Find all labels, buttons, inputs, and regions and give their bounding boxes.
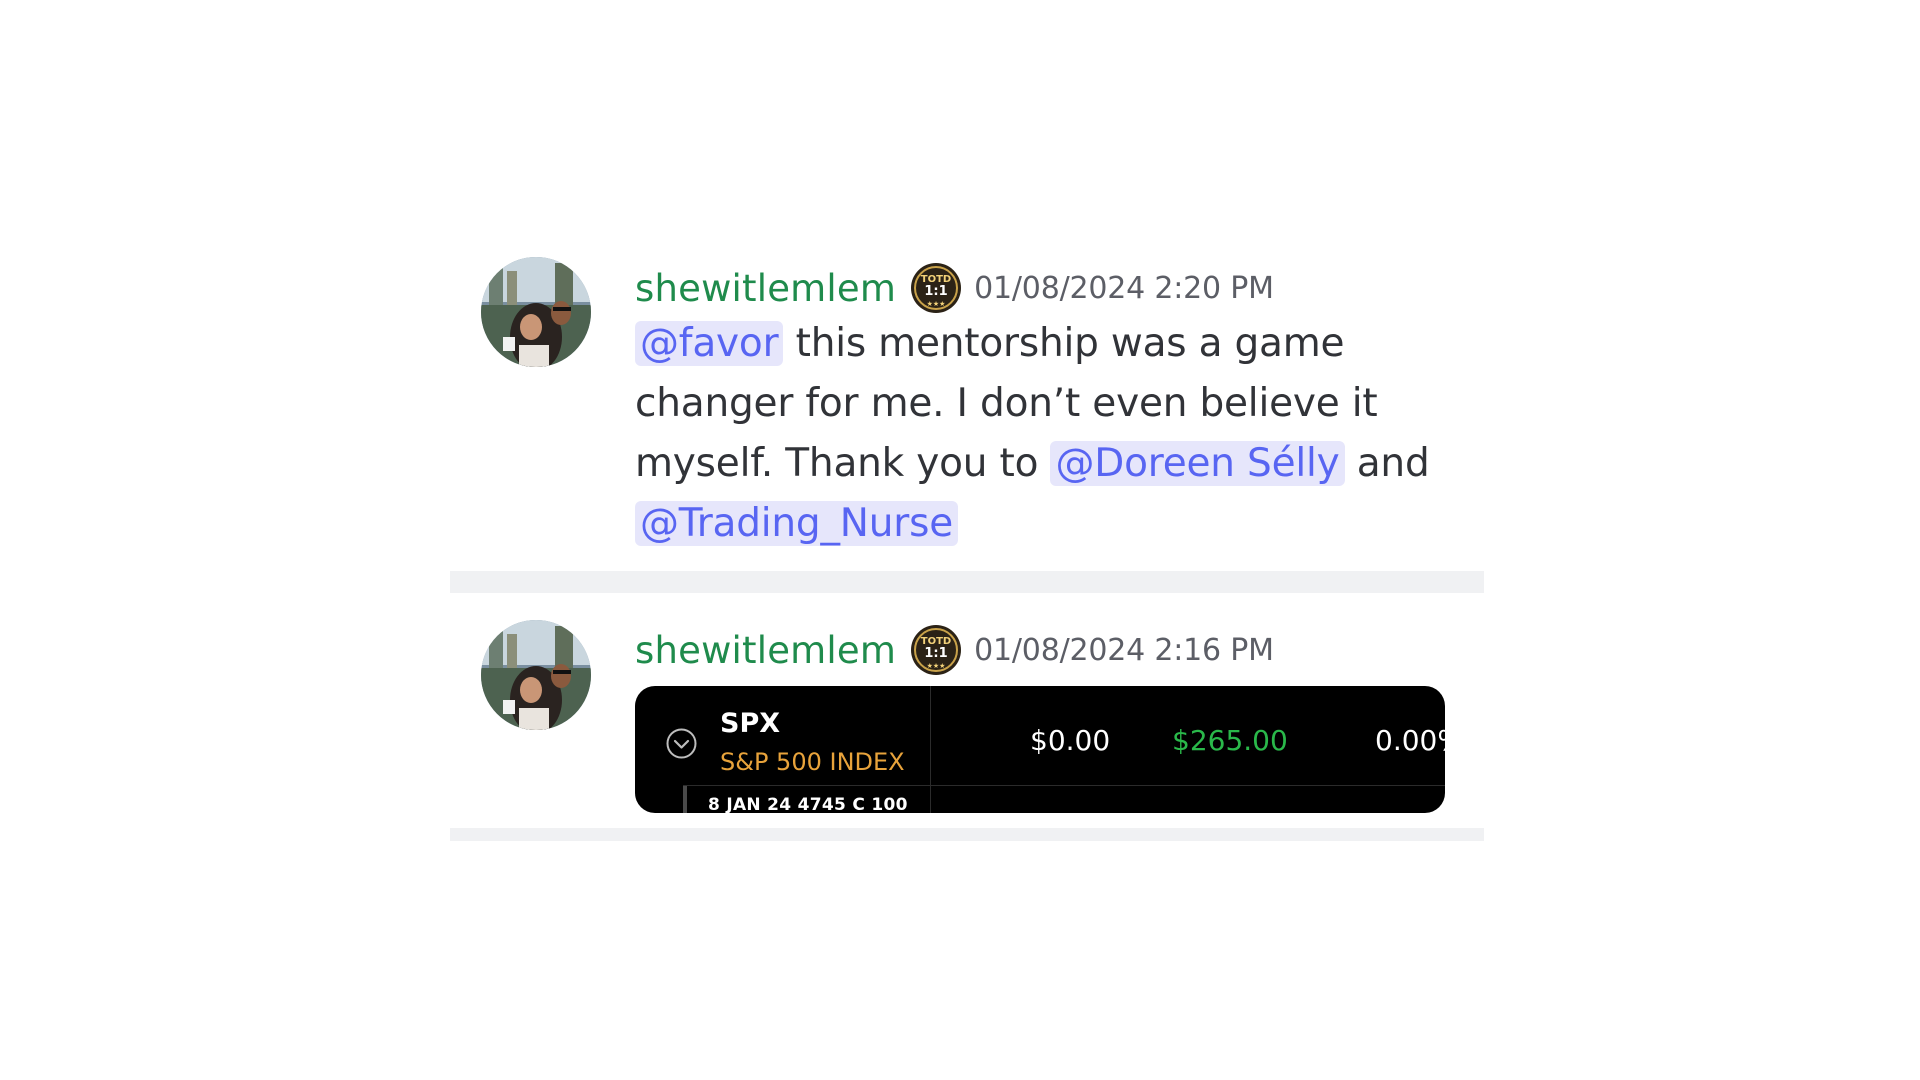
message-content: @favor this mentorship was a game change…	[635, 314, 1435, 554]
totd-badge-icon[interactable]: TOTD 1:1 ★★★	[910, 624, 962, 676]
index-name: S&P 500 INDEX	[720, 748, 905, 776]
message: shewitlemlem TOTD 1:1 ★★★ 01/08/2024 2:1…	[450, 593, 1484, 828]
avatar[interactable]	[481, 257, 591, 367]
svg-text:★★★: ★★★	[927, 662, 946, 670]
message-text: and	[1344, 441, 1430, 486]
username[interactable]: shewitlemlem	[635, 267, 896, 310]
message: shewitlemlem TOTD 1:1 ★★★ 01/08/2024 2:2…	[450, 240, 1484, 571]
avatar[interactable]	[481, 620, 591, 730]
message-header: shewitlemlem TOTD 1:1 ★★★ 01/08/2024 2:2…	[635, 261, 1274, 315]
user-mention[interactable]: @Doreen Sélly	[1050, 441, 1345, 486]
contract-row: 8 JAN 24 4745 C 100	[708, 795, 908, 813]
timestamp[interactable]: 01/08/2024 2:16 PM	[974, 633, 1274, 668]
totd-badge-icon[interactable]: TOTD 1:1 ★★★	[910, 262, 962, 314]
svg-text:1:1: 1:1	[924, 646, 947, 661]
column-divider	[930, 686, 931, 813]
row-indent-marker	[683, 786, 687, 813]
svg-text:★★★: ★★★	[927, 300, 946, 308]
svg-text:1:1: 1:1	[924, 284, 947, 299]
message-header: shewitlemlem TOTD 1:1 ★★★ 01/08/2024 2:1…	[635, 623, 1274, 677]
ticker-symbol: SPX	[720, 708, 781, 739]
percent-value: 0.00%	[1375, 724, 1445, 757]
message-separator	[450, 571, 1484, 593]
username[interactable]: shewitlemlem	[635, 629, 896, 672]
user-mention[interactable]: @favor	[635, 321, 784, 366]
chat-log: shewitlemlem TOTD 1:1 ★★★ 01/08/2024 2:2…	[450, 240, 1484, 841]
trade-embed-image[interactable]: SPX S&P 500 INDEX $0.00 $265.00 0.00% 8 …	[635, 686, 1445, 813]
gain-value: $265.00	[1172, 724, 1288, 757]
chevron-down-circle-icon[interactable]	[666, 728, 697, 759]
timestamp[interactable]: 01/08/2024 2:20 PM	[974, 271, 1274, 306]
row-divider	[683, 785, 1445, 786]
message-separator	[450, 828, 1484, 841]
user-mention[interactable]: @Trading_Nurse	[635, 501, 959, 546]
price-value: $0.00	[1030, 724, 1111, 757]
